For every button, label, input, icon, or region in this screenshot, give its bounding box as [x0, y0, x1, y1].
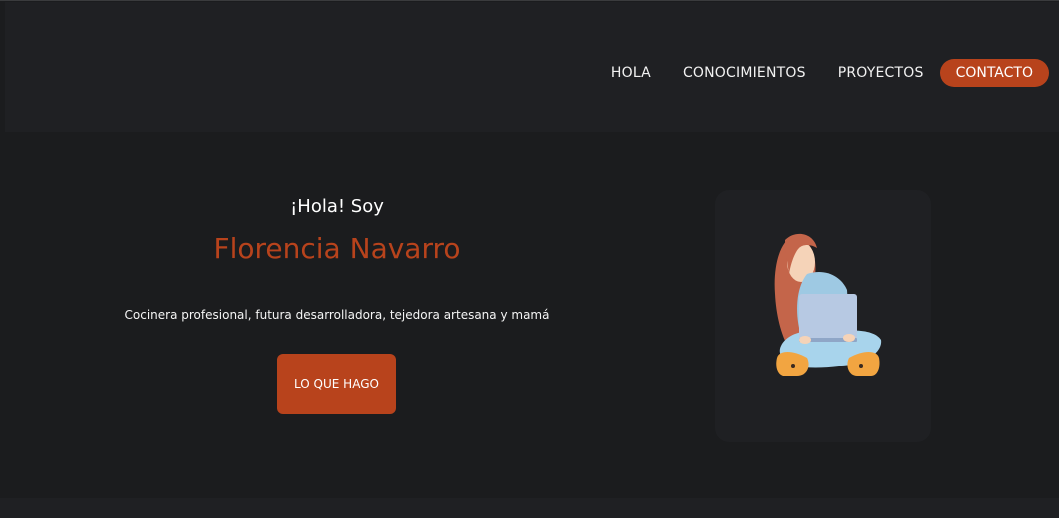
left-hand-shape — [799, 336, 811, 344]
nav-link-hola[interactable]: HOLA — [611, 65, 651, 81]
nav-links: HOLA CONOCIMIENTOS PROYECTOS CONTACTO — [579, 59, 1049, 87]
right-hand-shape — [843, 334, 855, 342]
woman-with-laptop-illustration-icon — [774, 233, 882, 376]
hero-name: Florencia Navarro — [213, 232, 461, 265]
nav-link-proyectos[interactable]: PROYECTOS — [838, 65, 924, 81]
shoe-detail — [859, 364, 863, 368]
nav-contact-button[interactable]: CONTACTO — [939, 59, 1049, 87]
next-section-edge — [0, 498, 1059, 518]
illustration-card — [715, 190, 931, 442]
navbar: HOLA CONOCIMIENTOS PROYECTOS CONTACTO — [5, 2, 1059, 132]
hero-greeting: ¡Hola! Soy — [290, 196, 384, 217]
hero-section: ¡Hola! Soy Florencia Navarro Cocinera pr… — [0, 132, 1059, 498]
hero-description: Cocinera profesional, futura desarrollad… — [124, 308, 550, 322]
page: HOLA CONOCIMIENTOS PROYECTOS CONTACTO ¡H… — [0, 0, 1059, 518]
laptop-shape — [799, 294, 857, 340]
shoe-detail — [791, 364, 795, 368]
nav-link-conocimientos[interactable]: CONOCIMIENTOS — [683, 65, 806, 81]
what-i-do-button[interactable]: LO QUE HAGO — [277, 354, 396, 414]
